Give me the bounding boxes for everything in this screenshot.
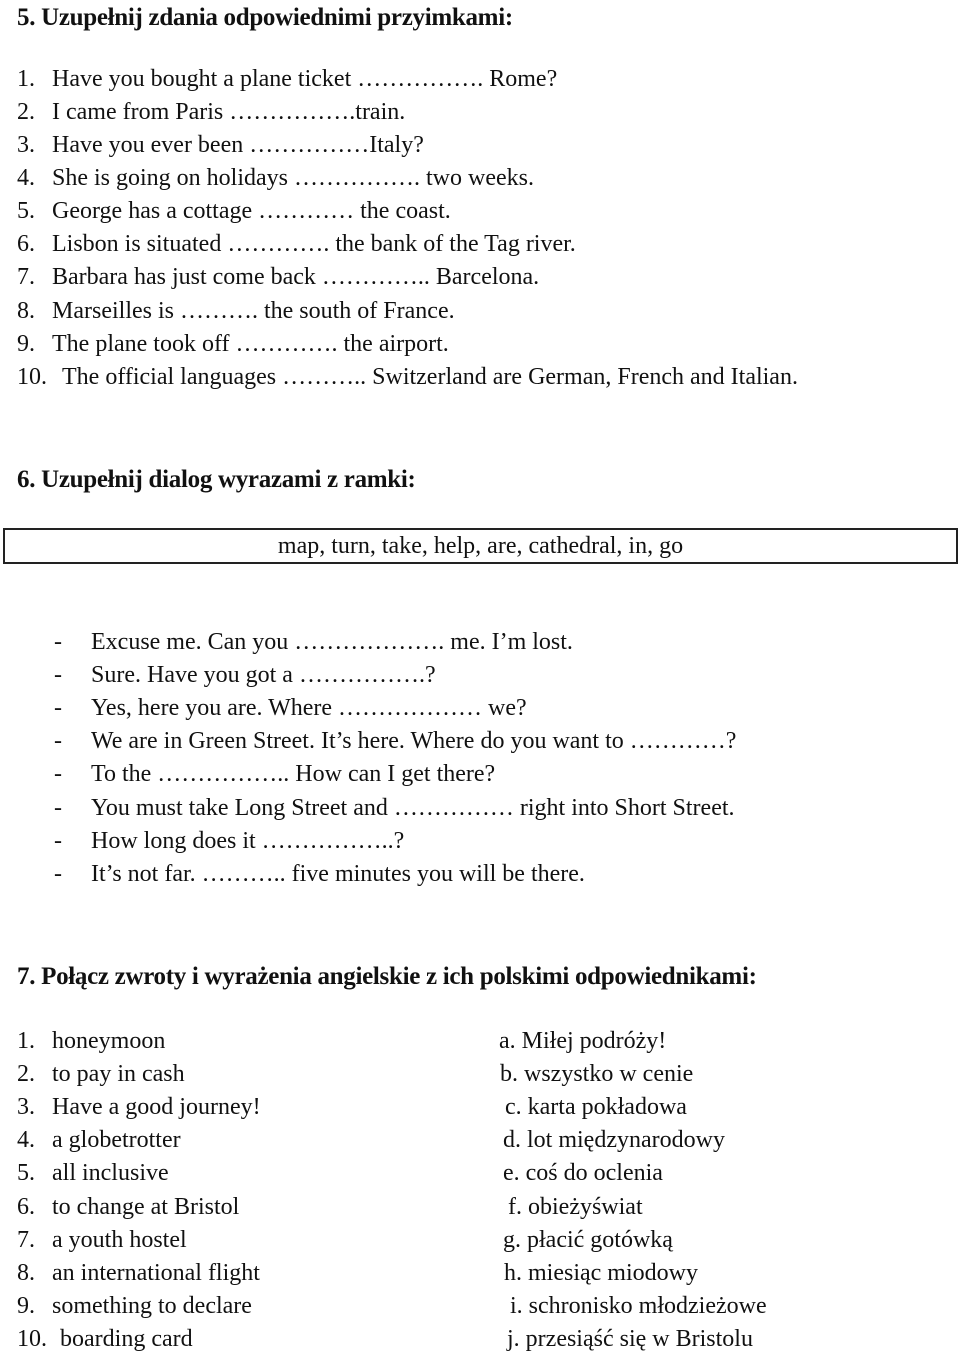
polish-translation: g. płacić gotówką — [503, 1227, 673, 1253]
item-text: The plane took off …………. the airport. — [52, 331, 449, 357]
section7-heading: 7. Połącz zwroty i wyrażenia angielskie … — [17, 963, 757, 990]
dialog-text: You must take Long Street and …………… righ… — [91, 795, 735, 821]
item-text: Barbara has just come back ………….. Barcel… — [52, 264, 540, 290]
dialog-dash: - — [54, 629, 62, 655]
item-text: Have you ever been ……………Italy? — [52, 132, 424, 158]
item-number: 5. — [17, 1160, 35, 1186]
item-text: to change at Bristol — [52, 1194, 240, 1220]
polish-translation: h. miesiąc miodowy — [504, 1260, 698, 1286]
dialog-dash: - — [54, 662, 62, 688]
item-number: 2. — [17, 1061, 35, 1087]
item-text: a youth hostel — [52, 1227, 187, 1253]
item-text: a globetrotter — [52, 1127, 181, 1153]
item-number: 1. — [17, 66, 35, 92]
item-number: 3. — [17, 132, 35, 158]
dialog-text: Excuse me. Can you ………………. me. I’m lost. — [91, 629, 573, 655]
dialog-dash: - — [54, 795, 62, 821]
section6-heading: 6. Uzupełnij dialog wyrazami z ramki: — [17, 466, 416, 493]
item-text: I came from Paris …………….train. — [52, 99, 406, 125]
item-number: 8. — [17, 1260, 35, 1286]
item-number: 6. — [17, 231, 35, 257]
polish-translation: e. coś do oclenia — [503, 1160, 663, 1186]
item-number: 3. — [17, 1094, 35, 1120]
item-number: 9. — [17, 331, 35, 357]
item-text: Marseilles is ………. the south of France. — [52, 298, 455, 324]
item-text: something to declare — [52, 1293, 252, 1319]
dialog-dash: - — [54, 761, 62, 787]
item-number: 10. — [17, 364, 47, 390]
item-number: 7. — [17, 264, 35, 290]
item-number: 8. — [17, 298, 35, 324]
item-number: 6. — [17, 1194, 35, 1220]
item-text: She is going on holidays ……………. two week… — [52, 165, 534, 191]
item-text: Have a good journey! — [52, 1094, 261, 1120]
item-text: Have you bought a plane ticket ……………. Ro… — [52, 66, 558, 92]
polish-translation: i. schronisko młodzieżowe — [510, 1293, 767, 1319]
section5-heading: 5. Uzupełnij zdania odpowiednimi przyimk… — [17, 4, 513, 31]
item-number: 2. — [17, 99, 35, 125]
dialog-dash: - — [54, 828, 62, 854]
dialog-text: To the …………….. How can I get there? — [91, 761, 496, 787]
item-text: to pay in cash — [52, 1061, 185, 1087]
item-number: 5. — [17, 198, 35, 224]
item-number: 10. — [17, 1326, 47, 1352]
word-box: map, turn, take, help, are, cathedral, i… — [3, 528, 958, 564]
dialog-dash: - — [54, 695, 62, 721]
item-text: George has a cottage ………… the coast. — [52, 198, 451, 224]
polish-translation: c. karta pokładowa — [505, 1094, 687, 1120]
item-text: The official languages ……….. Switzerland… — [62, 364, 798, 390]
polish-translation: d. lot międzynarodowy — [503, 1127, 725, 1153]
polish-translation: j. przesiąść się w Bristolu — [507, 1326, 753, 1352]
item-number: 1. — [17, 1028, 35, 1054]
dialog-text: Yes, here you are. Where ……………… we? — [91, 695, 527, 721]
polish-translation: f. obieżyświat — [508, 1194, 643, 1220]
dialog-dash: - — [54, 728, 62, 754]
item-number: 7. — [17, 1227, 35, 1253]
dialog-text: It’s not far. ……….. five minutes you wil… — [91, 861, 585, 887]
item-number: 4. — [17, 165, 35, 191]
dialog-dash: - — [54, 861, 62, 887]
polish-translation: a. Miłej podróży! — [499, 1028, 667, 1054]
dialog-text: We are in Green Street. It’s here. Where… — [91, 728, 737, 754]
item-number: 9. — [17, 1293, 35, 1319]
item-text: honeymoon — [52, 1028, 166, 1054]
dialog-text: Sure. Have you got a …………….? — [91, 662, 436, 688]
item-number: 4. — [17, 1127, 35, 1153]
polish-translation: b. wszystko w cenie — [500, 1061, 694, 1087]
item-text: boarding card — [60, 1326, 193, 1352]
dialog-text: How long does it ……………..? — [91, 828, 405, 854]
item-text: an international flight — [52, 1260, 260, 1286]
item-text: all inclusive — [52, 1160, 169, 1186]
item-text: Lisbon is situated …………. the bank of the… — [52, 231, 576, 257]
